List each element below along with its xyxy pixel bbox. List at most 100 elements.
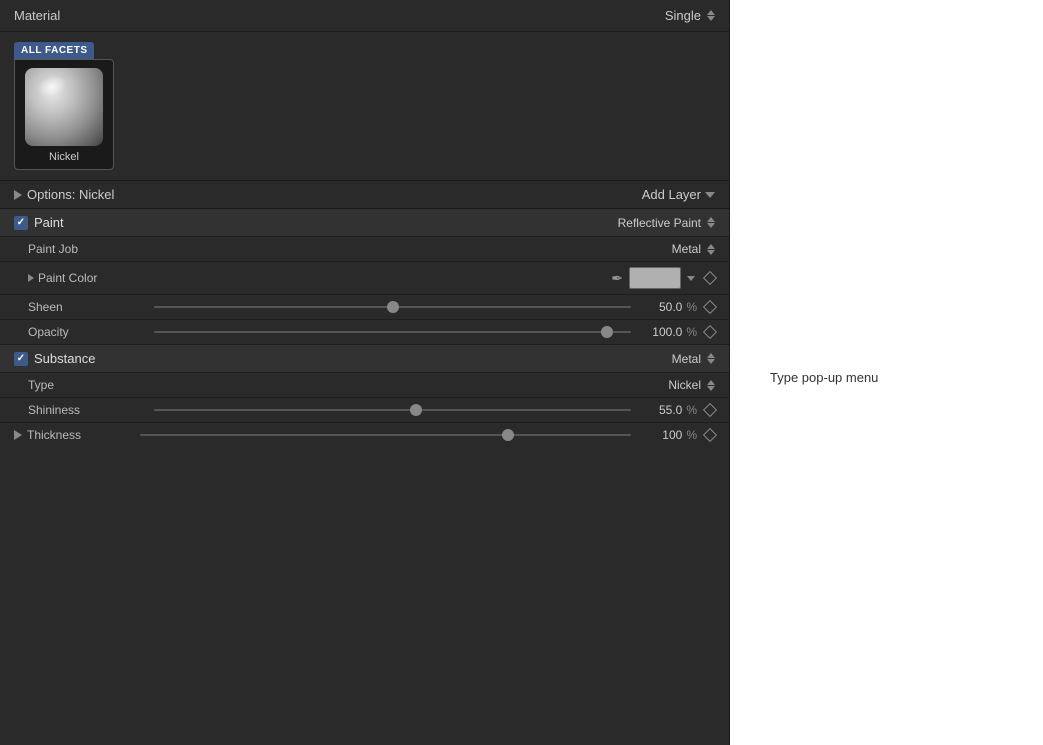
thickness-track[interactable]: [140, 434, 631, 436]
mode-up-arrow[interactable]: [707, 10, 715, 15]
paint-job-value: Metal: [672, 242, 701, 256]
paint-color-row: Paint Color ✒: [0, 262, 729, 295]
thickness-value: 100: [662, 428, 682, 442]
type-up[interactable]: [707, 380, 715, 385]
paint-color-triangle-icon: [28, 274, 34, 282]
mode-down-arrow[interactable]: [707, 16, 715, 21]
shininess-value: 55.0: [659, 403, 682, 417]
substance-type-value: Metal: [672, 352, 701, 366]
opacity-value: 100.0: [652, 325, 682, 339]
options-label: Options: Nickel: [27, 187, 114, 202]
opacity-thumb[interactable]: [601, 326, 613, 338]
thickness-diamond-icon[interactable]: [703, 428, 717, 442]
thickness-triangle-icon[interactable]: [14, 430, 22, 440]
opacity-diamond-icon[interactable]: [703, 325, 717, 339]
shininess-row: Shininess 55.0 %: [0, 398, 729, 423]
paint-type-down[interactable]: [707, 223, 715, 228]
shininess-slider[interactable]: [148, 409, 637, 411]
paint-type-selector[interactable]: Reflective Paint: [618, 216, 715, 230]
thickness-value-area: 100 %: [645, 428, 715, 442]
thickness-thumb[interactable]: [502, 429, 514, 441]
shininess-value-area: 55.0 %: [645, 403, 715, 417]
opacity-row: Opacity 100.0 %: [0, 320, 729, 345]
paint-job-stepper[interactable]: [707, 244, 715, 255]
substance-section-left: Substance: [14, 351, 95, 366]
type-label: Type: [28, 378, 148, 392]
shininess-unit: %: [686, 403, 697, 417]
substance-type-selector[interactable]: Metal: [672, 352, 715, 366]
material-card[interactable]: Nickel: [14, 59, 114, 170]
add-layer-label: Add Layer: [642, 187, 701, 202]
opacity-track[interactable]: [154, 331, 631, 333]
type-row: Type Nickel: [0, 373, 729, 398]
thickness-left: Thickness: [14, 428, 134, 442]
facets-area: ALL FACETS Nickel: [0, 32, 729, 181]
options-row: Options: Nickel Add Layer: [0, 181, 729, 209]
material-name: Nickel: [49, 151, 79, 163]
paint-color-controls: ✒: [611, 267, 715, 289]
all-facets-tab[interactable]: ALL FACETS: [14, 42, 94, 59]
paint-section-title: Paint: [34, 215, 64, 230]
shininess-diamond-icon[interactable]: [703, 403, 717, 417]
paint-section-header[interactable]: Paint Reflective Paint: [0, 209, 729, 237]
mode-stepper[interactable]: [707, 10, 715, 21]
substance-section-title: Substance: [34, 351, 95, 366]
panel-header: Material Single: [0, 0, 729, 32]
type-stepper[interactable]: [707, 380, 715, 391]
opacity-slider[interactable]: [148, 331, 637, 333]
paint-color-diamond-icon[interactable]: [703, 271, 717, 285]
paint-checkbox[interactable]: [14, 216, 28, 230]
sheen-row: Sheen 50.0 %: [0, 295, 729, 320]
substance-checkbox[interactable]: [14, 352, 28, 366]
substance-type-stepper[interactable]: [707, 353, 715, 364]
paint-section-left: Paint: [14, 215, 64, 230]
mode-selector[interactable]: Single: [665, 8, 715, 23]
eyedropper-icon[interactable]: ✒: [611, 270, 623, 287]
sheen-slider[interactable]: [148, 306, 637, 308]
type-value: Nickel: [668, 378, 701, 392]
paint-color-chevron-icon[interactable]: [687, 276, 695, 281]
type-selector[interactable]: Nickel: [668, 378, 715, 392]
paint-type-stepper[interactable]: [707, 217, 715, 228]
type-down[interactable]: [707, 386, 715, 391]
paint-job-up[interactable]: [707, 244, 715, 249]
sheen-value-area: 50.0 %: [645, 300, 715, 314]
paint-job-label: Paint Job: [28, 242, 148, 256]
paint-job-row: Paint Job Metal: [0, 237, 729, 262]
panel-title: Material: [14, 8, 60, 23]
sheen-label: Sheen: [28, 300, 148, 314]
paint-type-value: Reflective Paint: [618, 216, 701, 230]
opacity-value-area: 100.0 %: [645, 325, 715, 339]
material-preview: [25, 68, 103, 146]
sheen-track[interactable]: [154, 306, 631, 308]
thickness-label: Thickness: [27, 428, 81, 442]
options-toggle[interactable]: Options: Nickel: [14, 187, 114, 202]
paint-type-up[interactable]: [707, 217, 715, 222]
paint-job-down[interactable]: [707, 250, 715, 255]
paint-job-selector[interactable]: Metal: [672, 242, 715, 256]
options-triangle-icon: [14, 190, 22, 200]
thickness-row: Thickness 100 %: [0, 423, 729, 447]
shininess-thumb[interactable]: [410, 404, 422, 416]
annotation-label: Type pop-up menu: [770, 370, 878, 385]
opacity-label: Opacity: [28, 325, 148, 339]
thickness-slider[interactable]: [134, 434, 637, 436]
thickness-unit: %: [686, 428, 697, 442]
substance-type-down[interactable]: [707, 359, 715, 364]
sheen-diamond-icon[interactable]: [703, 300, 717, 314]
sheen-value: 50.0: [659, 300, 682, 314]
paint-color-swatch[interactable]: [629, 267, 681, 289]
add-layer-button[interactable]: Add Layer: [642, 187, 715, 202]
sheen-unit: %: [686, 300, 697, 314]
opacity-unit: %: [686, 325, 697, 339]
material-panel: Material Single ALL FACETS Nickel Option…: [0, 0, 730, 745]
annotation-area: Type pop-up menu: [730, 0, 1043, 745]
substance-type-up[interactable]: [707, 353, 715, 358]
substance-section-header[interactable]: Substance Metal: [0, 345, 729, 373]
mode-value: Single: [665, 8, 701, 23]
shininess-track[interactable]: [154, 409, 631, 411]
sheen-thumb[interactable]: [387, 301, 399, 313]
add-layer-chevron-icon: [705, 192, 715, 198]
paint-color-label: Paint Color: [38, 271, 97, 285]
shininess-label: Shininess: [28, 403, 148, 417]
